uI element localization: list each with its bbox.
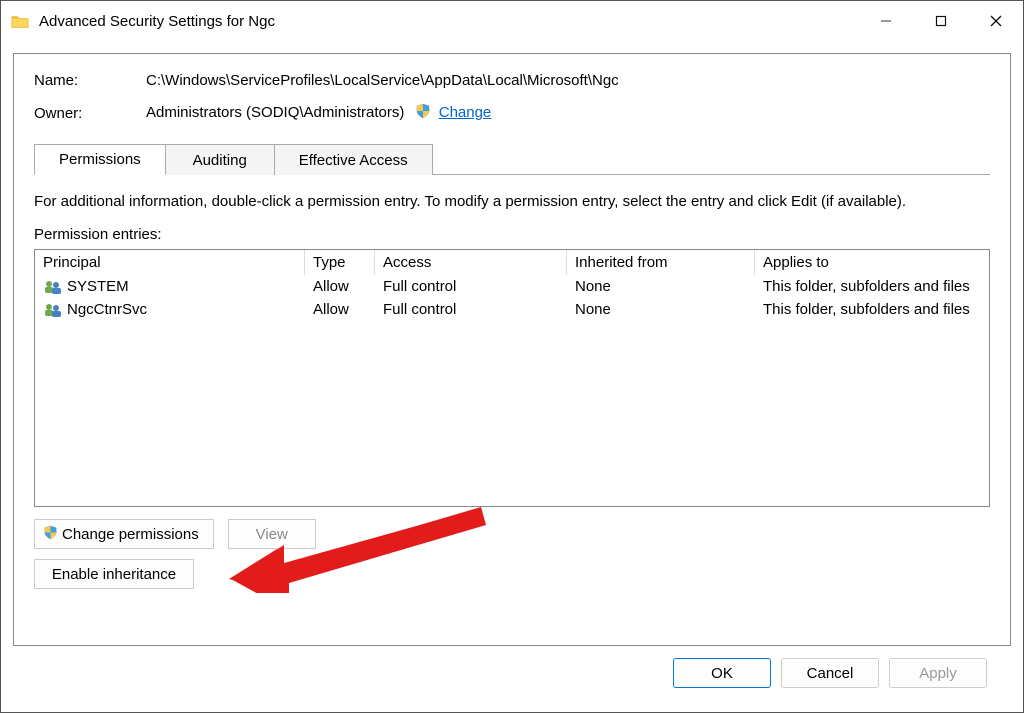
inherited-cell: None: [567, 298, 755, 321]
tab-permissions[interactable]: Permissions: [34, 144, 166, 175]
table-row[interactable]: SYSTEM Allow Full control None This fold…: [35, 275, 989, 298]
enable-inheritance-button[interactable]: Enable inheritance: [34, 559, 194, 589]
type-cell: Allow: [305, 298, 375, 321]
close-button[interactable]: [968, 1, 1023, 41]
applies-cell: This folder, subfolders and files: [755, 298, 989, 321]
group-icon: [43, 279, 63, 295]
action-row: Change permissions View: [34, 519, 990, 549]
enable-inheritance-row: Enable inheritance: [34, 559, 990, 589]
column-inherited-from[interactable]: Inherited from: [567, 250, 755, 275]
instructions-text: For additional information, double-click…: [34, 193, 990, 210]
ok-label: OK: [711, 665, 733, 682]
apply-button: Apply: [889, 658, 987, 688]
footer-row: OK Cancel Apply: [13, 646, 1011, 700]
enable-inheritance-label: Enable inheritance: [52, 566, 176, 583]
minimize-button[interactable]: [858, 1, 913, 41]
uac-shield-icon: [43, 525, 58, 544]
name-row: Name: C:\Windows\ServiceProfiles\LocalSe…: [34, 72, 990, 89]
column-access[interactable]: Access: [375, 250, 567, 275]
titlebar: Advanced Security Settings for Ngc: [1, 1, 1023, 41]
applies-cell: This folder, subfolders and files: [755, 275, 989, 298]
column-applies-to[interactable]: Applies to: [755, 250, 989, 275]
change-owner-link[interactable]: Change: [439, 104, 492, 121]
tab-effective-label: Effective Access: [299, 152, 408, 169]
main-panel: Name: C:\Windows\ServiceProfiles\LocalSe…: [13, 53, 1011, 646]
view-label: View: [256, 526, 288, 543]
owner-value-text: Administrators (SODIQ\Administrators): [146, 104, 404, 121]
type-cell: Allow: [305, 275, 375, 298]
principal-cell: SYSTEM: [67, 278, 129, 295]
client-area: Name: C:\Windows\ServiceProfiles\LocalSe…: [1, 41, 1023, 712]
access-cell: Full control: [375, 275, 567, 298]
permission-entries-label: Permission entries:: [34, 226, 990, 243]
change-permissions-button[interactable]: Change permissions: [34, 519, 214, 549]
column-principal[interactable]: Principal: [35, 250, 305, 275]
caption-buttons: [858, 1, 1023, 41]
apply-label: Apply: [919, 665, 957, 682]
owner-label: Owner:: [34, 105, 146, 122]
folder-icon: [11, 14, 29, 28]
permission-table[interactable]: Principal Type Access Inherited from App…: [34, 249, 990, 507]
inherited-cell: None: [567, 275, 755, 298]
tab-auditing[interactable]: Auditing: [165, 144, 275, 175]
tab-permissions-label: Permissions: [59, 151, 141, 168]
window-title: Advanced Security Settings for Ngc: [39, 13, 858, 30]
name-label: Name:: [34, 72, 146, 89]
cancel-label: Cancel: [807, 665, 854, 682]
ok-button[interactable]: OK: [673, 658, 771, 688]
permission-table-header: Principal Type Access Inherited from App…: [35, 250, 989, 275]
owner-value: Administrators (SODIQ\Administrators) Ch…: [146, 103, 990, 123]
group-icon: [43, 302, 63, 318]
tab-strip: Permissions Auditing Effective Access: [34, 143, 990, 175]
cancel-button[interactable]: Cancel: [781, 658, 879, 688]
change-permissions-label: Change permissions: [62, 526, 199, 543]
security-settings-window: Advanced Security Settings for Ngc Name:…: [0, 0, 1024, 713]
tab-auditing-label: Auditing: [193, 152, 247, 169]
view-button: View: [228, 519, 316, 549]
name-value: C:\Windows\ServiceProfiles\LocalService\…: [146, 72, 990, 89]
principal-cell: NgcCtnrSvc: [67, 301, 147, 318]
uac-shield-icon: [415, 106, 435, 123]
access-cell: Full control: [375, 298, 567, 321]
column-type[interactable]: Type: [305, 250, 375, 275]
owner-row: Owner: Administrators (SODIQ\Administrat…: [34, 103, 990, 123]
tab-effective-access[interactable]: Effective Access: [274, 144, 433, 175]
table-row[interactable]: NgcCtnrSvc Allow Full control None This …: [35, 298, 989, 321]
maximize-button[interactable]: [913, 1, 968, 41]
